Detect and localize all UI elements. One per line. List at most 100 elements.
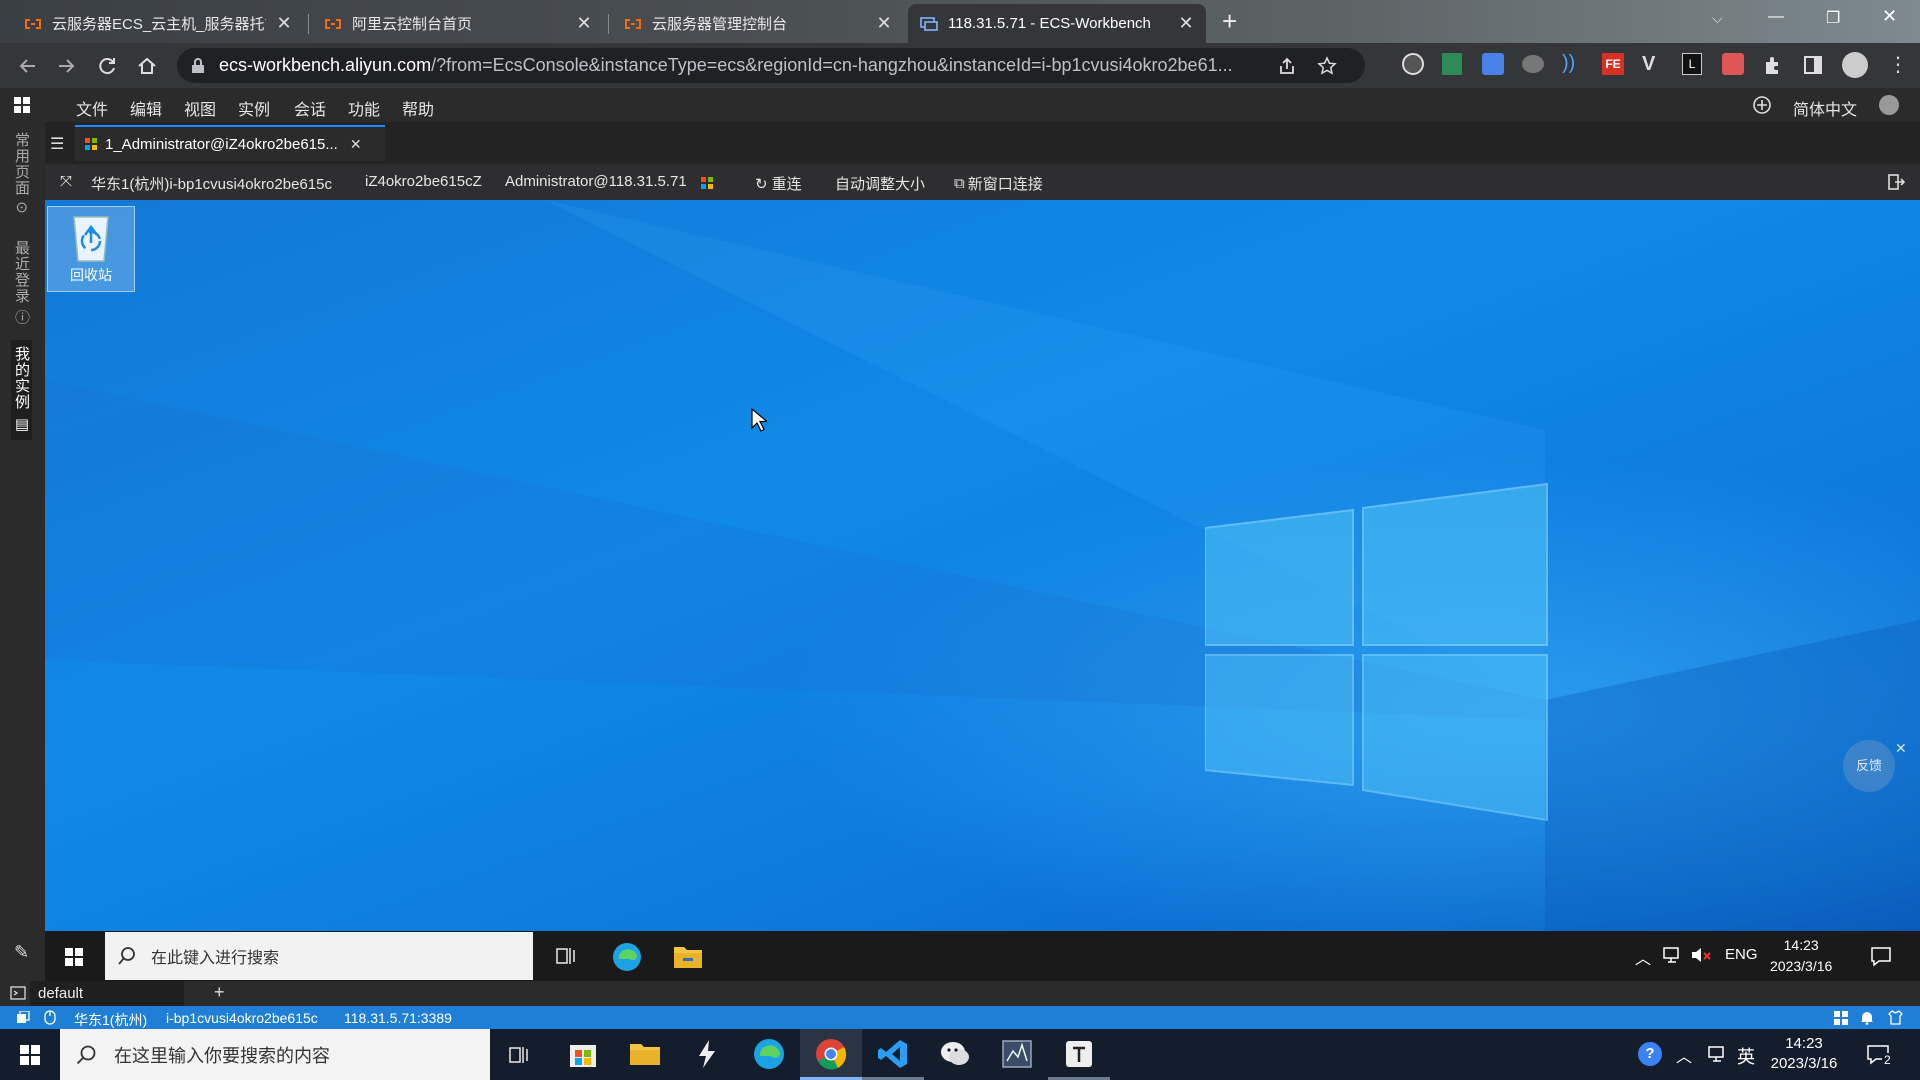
menu-view[interactable]: 视图: [184, 96, 216, 120]
task-view-icon[interactable]: [508, 1044, 530, 1066]
share-icon[interactable]: [1277, 56, 1297, 76]
help-icon[interactable]: ?: [1638, 1042, 1662, 1066]
copy-icon[interactable]: [16, 1011, 30, 1024]
extension-fe-icon[interactable]: FE: [1602, 53, 1624, 75]
host-search-box[interactable]: 在这里输入你要搜索的内容: [60, 1029, 490, 1080]
extension-incognito-icon[interactable]: [1402, 53, 1424, 75]
close-icon[interactable]: ✕: [350, 136, 362, 153]
extension-mask-icon[interactable]: [1522, 55, 1544, 73]
browser-tab-console-home[interactable]: 阿里云控制台首页 ✕: [312, 4, 604, 43]
extension-wave-icon[interactable]: )): [1562, 52, 1575, 75]
extension-v-icon[interactable]: V: [1642, 53, 1655, 76]
add-terminal-icon[interactable]: +: [214, 982, 225, 1003]
close-icon[interactable]: ✕: [576, 13, 592, 34]
sidebar-tab-label: 最近登录: [13, 240, 30, 304]
auto-resize-button[interactable]: 自动调整大小: [835, 173, 925, 194]
remote-ime-indicator[interactable]: ENG: [1725, 946, 1758, 963]
reload-icon[interactable]: [96, 55, 118, 77]
menu-help[interactable]: 帮助: [402, 96, 434, 120]
volume-muted-icon[interactable]: [1690, 945, 1712, 965]
extension-badge-icon[interactable]: [1722, 53, 1744, 75]
file-explorer-icon[interactable]: [628, 1037, 662, 1071]
profile-avatar[interactable]: [1842, 52, 1868, 78]
lightning-app-icon[interactable]: [690, 1037, 724, 1071]
bell-icon[interactable]: [1860, 1010, 1874, 1025]
menu-file[interactable]: 文件: [76, 96, 108, 120]
monitor-app-icon[interactable]: [1000, 1037, 1034, 1071]
edge-browser-icon[interactable]: [611, 941, 643, 973]
pin-icon[interactable]: ✎: [14, 942, 29, 963]
sidebar-tab-my-instances[interactable]: 我的实例 ▤: [11, 340, 32, 441]
forward-icon[interactable]: [56, 55, 78, 77]
network-icon[interactable]: [1662, 945, 1682, 965]
start-button-icon[interactable]: [65, 948, 83, 966]
terminal-tab-default[interactable]: default: [30, 981, 184, 1006]
tab-search-icon[interactable]: ⌵: [1712, 10, 1723, 27]
disconnect-icon[interactable]: [1887, 173, 1905, 191]
new-tab-button[interactable]: +: [1222, 6, 1237, 37]
home-icon[interactable]: [136, 55, 158, 77]
back-icon[interactable]: [16, 55, 38, 77]
reconnect-button[interactable]: ↻ 重连: [755, 173, 802, 194]
wechat-icon[interactable]: [938, 1037, 972, 1071]
typora-icon[interactable]: [1062, 1037, 1096, 1071]
shirt-icon[interactable]: [1888, 1010, 1903, 1025]
close-icon[interactable]: ✕: [1178, 13, 1194, 34]
menu-edit[interactable]: 编辑: [130, 96, 162, 120]
chrome-browser-icon[interactable]: [814, 1037, 848, 1071]
grid-icon[interactable]: [1834, 1011, 1848, 1025]
close-icon[interactable]: ✕: [276, 13, 292, 34]
minimize-icon[interactable]: —: [1768, 8, 1784, 26]
external-link-icon: ⧉: [954, 175, 965, 192]
remote-clock[interactable]: 14:23 2023/3/16: [1770, 935, 1832, 977]
browser-tab-server-console[interactable]: 云服务器管理控制台 ✕: [612, 4, 904, 43]
browser-tab-workbench[interactable]: 118.31.5.71 - ECS-Workbench ✕: [908, 4, 1206, 43]
close-feedback-icon[interactable]: ✕: [1895, 740, 1907, 757]
remote-search-box[interactable]: 在此键入进行搜索: [105, 932, 533, 980]
bookmark-star-icon[interactable]: [1317, 56, 1337, 76]
terminal-icon: [10, 986, 26, 1000]
user-avatar[interactable]: [1879, 95, 1899, 115]
microsoft-store-icon[interactable]: [566, 1037, 600, 1071]
remote-desktop[interactable]: 回收站 反馈 ✕: [45, 200, 1920, 931]
host-clock[interactable]: 14:23 2023/3/16: [1764, 1034, 1844, 1074]
new-window-connect-button[interactable]: ⧉ 新窗口连接: [954, 173, 1043, 194]
session-tab-active[interactable]: 1_Administrator@iZ4okro2be615... ✕: [75, 125, 385, 161]
add-circle-icon[interactable]: [1752, 95, 1772, 115]
close-icon[interactable]: ✕: [876, 13, 892, 34]
task-view-icon[interactable]: [555, 945, 577, 967]
collapse-menu-icon[interactable]: ☰: [50, 134, 64, 154]
language-selector[interactable]: 简体中文: [1793, 96, 1857, 120]
host-start-button-icon[interactable]: [20, 1045, 40, 1065]
menu-instance[interactable]: 实例: [238, 96, 270, 120]
tray-expand-icon[interactable]: ︿: [1676, 1043, 1692, 1067]
extension-l-icon[interactable]: L: [1682, 53, 1702, 75]
extensions-puzzle-icon[interactable]: [1762, 54, 1784, 76]
browser-tab-ecs[interactable]: 云服务器ECS_云主机_服务器托管 ✕: [12, 4, 304, 43]
action-center-icon[interactable]: [1870, 945, 1892, 967]
fullscreen-icon[interactable]: ⤧: [60, 173, 72, 190]
vscode-icon[interactable]: [876, 1037, 910, 1071]
close-window-icon[interactable]: ✕: [1882, 6, 1897, 27]
lock-icon[interactable]: [191, 58, 205, 74]
browser-menu-icon[interactable]: ⋮: [1888, 52, 1908, 77]
menu-function[interactable]: 功能: [348, 96, 380, 120]
file-explorer-icon[interactable]: [673, 943, 703, 969]
restore-icon[interactable]: ❐: [1826, 8, 1840, 28]
sidebar-tab-common-pages[interactable]: 常用页面 ⊙: [11, 132, 32, 215]
sidebar-tab-recent-logins[interactable]: 最近登录 ⓘ: [11, 240, 32, 325]
edge-browser-icon[interactable]: [752, 1037, 786, 1071]
aliyun-logo-icon: [625, 18, 641, 29]
side-panel-icon[interactable]: [1802, 54, 1824, 76]
address-bar[interactable]: ecs-workbench.aliyun.com/?from=EcsConsol…: [177, 48, 1365, 83]
tray-expand-icon[interactable]: ︿: [1635, 945, 1651, 969]
network-icon[interactable]: [1707, 1044, 1727, 1064]
aliyun-logo-icon: [25, 18, 41, 29]
feedback-button[interactable]: 反馈: [1843, 740, 1895, 792]
recycle-bin-desktop-icon[interactable]: 回收站: [47, 206, 135, 292]
menu-session[interactable]: 会话: [294, 96, 326, 120]
host-ime-indicator[interactable]: 英: [1737, 1043, 1755, 1069]
extension-translate-icon[interactable]: [1482, 53, 1504, 75]
recycle-bin-label: 回收站: [70, 267, 112, 283]
extension-sheets-icon[interactable]: [1442, 53, 1462, 75]
